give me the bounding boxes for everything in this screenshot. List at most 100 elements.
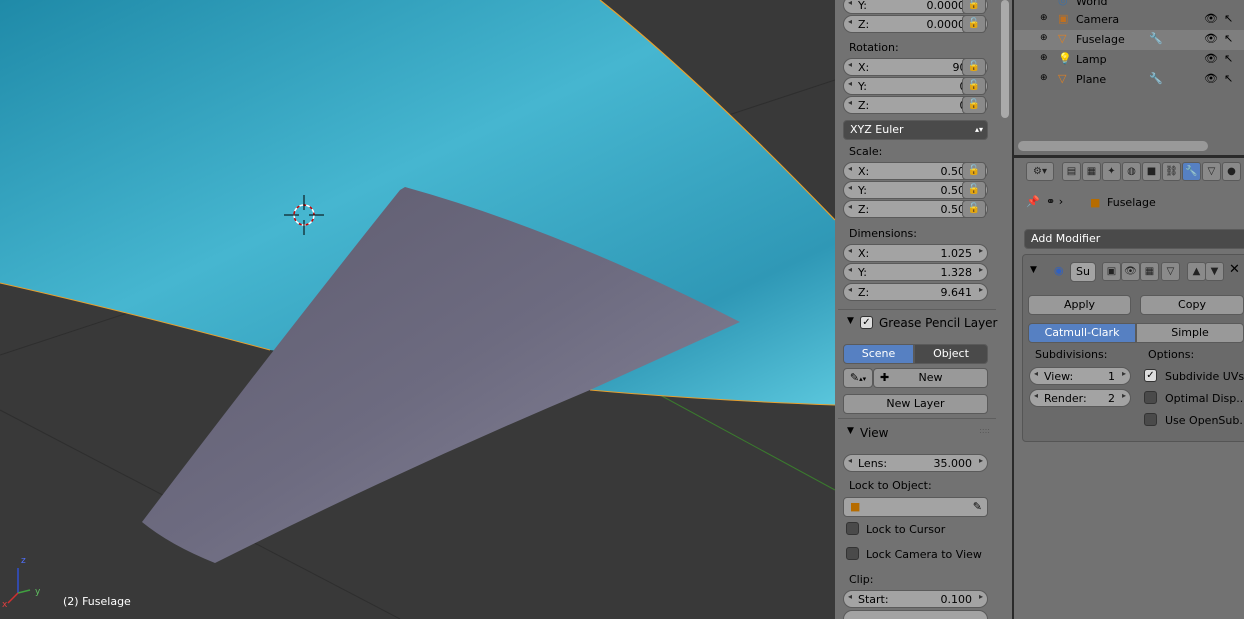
active-object-label: (2) Fuselage [63, 595, 131, 608]
render-tab-icon[interactable]: ▤ [1062, 162, 1081, 181]
modifier-name-field[interactable]: Su [1070, 262, 1096, 282]
view-panel-header[interactable]: ▼ View :::: [838, 423, 994, 445]
context-object-label: Fuselage [1107, 196, 1156, 209]
use-opensubdiv-checkbox[interactable] [1144, 413, 1157, 426]
clip-end-field[interactable] [843, 610, 988, 619]
expand-icon[interactable]: ⊕ [1040, 73, 1048, 83]
world-tab-icon[interactable]: ◍ [1122, 162, 1141, 181]
editor-type-icon[interactable]: ⚙▾ [1026, 162, 1054, 181]
collapse-icon: ▼ [847, 426, 854, 436]
subdivide-uvs-checkbox[interactable]: ✓ [1144, 369, 1157, 382]
rotation-mode-select[interactable]: XYZ Euler ▴▾ [843, 120, 988, 140]
viewport-toggle-icon[interactable]: 👁 [1121, 262, 1140, 281]
scene-tab-icon[interactable]: ✦ [1102, 162, 1121, 181]
render-toggle-icon[interactable]: ▣ [1102, 262, 1121, 281]
lens-field[interactable]: ◂ Lens: 35.000 ▸ [843, 454, 988, 472]
subsurf-icon: ◉ [1054, 264, 1064, 277]
camera-icon: ▣ [1058, 12, 1069, 25]
outliner-row-fuselage[interactable]: ⊕ ▽ Fuselage 🔧 👁 ↖ [1014, 30, 1244, 50]
drag-handle-icon[interactable]: :::: [979, 426, 990, 435]
eyedropper-icon[interactable]: ✎ [973, 498, 982, 516]
wrench-icon[interactable]: 🔧 [1149, 32, 1163, 45]
panel-scrollbar[interactable] [998, 0, 1012, 619]
lock-icon[interactable]: 🔓 [962, 96, 986, 114]
use-opensubdiv-label: Use OpenSub... [1165, 414, 1244, 427]
clip-start-field[interactable]: ◂ Start: 0.100 ▸ [843, 590, 988, 608]
subdiv-render-field[interactable]: ◂ Render: 2 ▸ [1029, 389, 1131, 407]
expand-icon[interactable]: ⊕ [1040, 13, 1048, 23]
dimensions-z-field[interactable]: ◂ Z: 9.641 ▸ [843, 283, 988, 301]
lock-icon[interactable]: 🔓 [962, 162, 986, 180]
grease-pencil-panel-header[interactable]: ▼ ✓ Grease Pencil Layers [838, 313, 1004, 335]
expand-icon[interactable]: ⊕ [1040, 33, 1048, 43]
mesh-icon: ▽ [1058, 72, 1067, 85]
data-tab-icon[interactable]: ▽ [1202, 162, 1221, 181]
layers-tab-icon[interactable]: ▦ [1082, 162, 1101, 181]
grease-object-button[interactable]: Object [914, 344, 988, 364]
options-label: Options: [1148, 348, 1195, 361]
3d-viewport[interactable]: z y x (2) Fuselage [0, 0, 835, 619]
apply-button[interactable]: Apply [1028, 295, 1131, 315]
catmull-clark-button[interactable]: Catmull-Clark [1028, 323, 1136, 343]
cursor-icon[interactable]: ↖ [1224, 72, 1233, 85]
expand-icon[interactable]: ⊕ [1040, 53, 1048, 63]
outliner-row-plane[interactable]: ⊕ ▽ Plane 🔧 👁 ↖ [1014, 70, 1244, 90]
collapse-icon[interactable]: ▼ [1030, 265, 1037, 275]
eye-icon[interactable]: 👁 [1204, 72, 1218, 85]
plus-icon: ✚ [880, 371, 890, 384]
object-tab-icon[interactable]: ■ [1142, 162, 1161, 181]
scene-context-icon: ⚭ › [1046, 195, 1064, 208]
cube-icon: ■ [1090, 196, 1101, 209]
cursor-icon[interactable]: ↖ [1224, 32, 1233, 45]
lock-to-object-label: Lock to Object: [849, 479, 932, 492]
lock-icon[interactable]: 🔓 [962, 15, 986, 33]
copy-button[interactable]: Copy [1140, 295, 1244, 315]
constraints-tab-icon[interactable]: ⛓ [1162, 162, 1181, 181]
subdivide-uvs-label: Subdivide UVs [1165, 370, 1244, 383]
lock-icon[interactable]: 🔓 [962, 58, 986, 76]
new-layer-button[interactable]: New Layer [843, 394, 988, 414]
axis-gizmo [7, 568, 31, 604]
lock-icon[interactable]: 🔓 [962, 77, 986, 95]
pencil-icon[interactable]: ✎▴▾ [843, 368, 873, 388]
move-up-icon[interactable]: ▲ [1187, 262, 1206, 281]
lock-object-field[interactable]: ■ ✎ [843, 497, 988, 517]
lock-camera-checkbox[interactable] [846, 547, 859, 560]
add-modifier-button[interactable]: Add Modifier [1024, 229, 1244, 249]
outliner-hscrollbar[interactable] [1018, 141, 1208, 151]
scrollbar-thumb[interactable] [1001, 0, 1009, 118]
dimensions-y-field[interactable]: ◂ Y: 1.328 ▸ [843, 263, 988, 281]
cursor-icon[interactable]: ↖ [1224, 52, 1233, 65]
grease-new-button[interactable]: ✚ New [873, 368, 988, 388]
material-tab-icon[interactable]: ● [1222, 162, 1241, 181]
move-down-icon[interactable]: ▼ [1205, 262, 1224, 281]
lamp-icon: 💡 [1058, 52, 1072, 65]
lock-icon[interactable]: 🔓 [962, 0, 986, 14]
optimal-display-checkbox[interactable] [1144, 391, 1157, 404]
eye-icon[interactable]: 👁 [1204, 32, 1218, 45]
wrench-icon[interactable]: 🔧 [1149, 72, 1163, 85]
dimensions-x-field[interactable]: ◂ X: 1.025 ▸ [843, 244, 988, 262]
eye-icon[interactable]: 👁 [1204, 12, 1218, 25]
cursor-icon[interactable]: ↖ [1224, 12, 1233, 25]
lock-icon[interactable]: 🔓 [962, 181, 986, 199]
grease-pencil-checkbox[interactable]: ✓ [860, 316, 873, 329]
lock-icon[interactable]: 🔓 [962, 200, 986, 218]
eye-icon[interactable]: 👁 [1204, 52, 1218, 65]
close-icon[interactable]: ✕ [1229, 262, 1240, 277]
cage-toggle-icon[interactable]: ▽ [1161, 262, 1180, 281]
pin-icon[interactable]: 📌 [1026, 195, 1040, 208]
outliner-row-lamp[interactable]: ⊕ 💡 Lamp 👁 ↖ [1014, 50, 1244, 70]
modifiers-tab-icon[interactable]: 🔧 [1182, 162, 1201, 181]
divider [838, 309, 996, 310]
subdiv-view-field[interactable]: ◂ View: 1 ▸ [1029, 367, 1131, 385]
lock-to-cursor-checkbox[interactable] [846, 522, 859, 535]
optimal-display-label: Optimal Disp... [1165, 392, 1244, 405]
subdivisions-label: Subdivisions: [1035, 348, 1108, 361]
simple-button[interactable]: Simple [1136, 323, 1244, 343]
divider [838, 418, 996, 419]
outliner-row-camera[interactable]: ⊕ ▣ Camera 👁 ↖ [1014, 10, 1244, 30]
viewport-scene [0, 0, 835, 619]
editmode-toggle-icon[interactable]: ▦ [1140, 262, 1159, 281]
grease-scene-button[interactable]: Scene [843, 344, 914, 364]
